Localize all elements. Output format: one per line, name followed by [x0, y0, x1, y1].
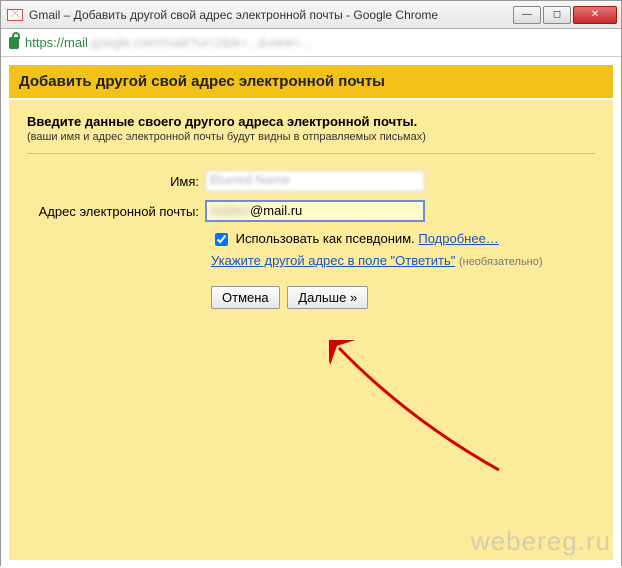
- alias-row: Использовать как псевдоним. Подробнее…: [27, 230, 595, 249]
- lock-icon: [9, 37, 19, 49]
- close-button[interactable]: ✕: [573, 6, 617, 24]
- alias-label: Использовать как псевдоним.: [236, 231, 415, 246]
- email-row: Адрес электронной почты: hidden@mail.ru: [27, 200, 595, 222]
- learn-more-link[interactable]: Подробнее…: [418, 231, 498, 246]
- reply-row: Укажите другой адрес в поле "Ответить" (…: [27, 253, 595, 268]
- cancel-button[interactable]: Отмена: [211, 286, 280, 309]
- button-row: Отмена Дальше »: [27, 286, 595, 309]
- email-hidden-part: hidden: [211, 203, 250, 218]
- watermark: webereg.ru: [471, 526, 611, 557]
- address-bar[interactable]: https://mail.google.com/mail/?ui=2&ik=..…: [1, 29, 621, 57]
- window-titlebar: Gmail – Добавить другой свой адрес элект…: [1, 1, 621, 29]
- dialog-title: Добавить другой свой адрес электронной п…: [9, 65, 613, 98]
- url-scheme: https://: [25, 35, 64, 50]
- arrow-annotation: [329, 340, 509, 480]
- window-controls: — ◻ ✕: [513, 6, 617, 24]
- email-label: Адрес электронной почты:: [27, 204, 205, 219]
- dialog-body: Введите данные своего другого адреса эле…: [9, 100, 613, 560]
- maximize-button[interactable]: ◻: [543, 6, 571, 24]
- minimize-button[interactable]: —: [513, 6, 541, 24]
- alias-checkbox[interactable]: [215, 233, 228, 246]
- url-rest: .google.com/mail/?ui=2&ik=...&view=...: [88, 35, 312, 50]
- email-visible-part: @mail.ru: [250, 203, 302, 218]
- page-content: Добавить другой свой адрес электронной п…: [1, 57, 621, 568]
- window-title: Gmail – Добавить другой свой адрес элект…: [29, 8, 513, 22]
- name-label: Имя:: [27, 174, 205, 189]
- reply-address-link[interactable]: Укажите другой адрес в поле "Ответить": [211, 253, 455, 268]
- name-row: Имя: Blurred Name: [27, 170, 595, 192]
- intro-heading: Введите данные своего другого адреса эле…: [27, 114, 595, 129]
- gmail-icon: [7, 9, 23, 21]
- divider: [27, 153, 595, 154]
- optional-label: (необязательно): [459, 256, 543, 268]
- email-input[interactable]: hidden@mail.ru: [205, 200, 425, 222]
- url-domain: mail: [64, 35, 88, 50]
- name-input[interactable]: Blurred Name: [205, 170, 425, 192]
- next-button[interactable]: Дальше »: [287, 286, 368, 309]
- intro-subtext: (ваши имя и адрес электронной почты буду…: [27, 131, 595, 143]
